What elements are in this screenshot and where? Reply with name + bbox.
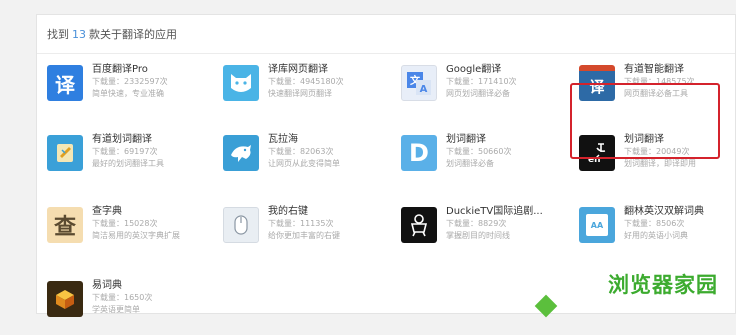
results-suffix: 款关于翻译的应用 [89,28,177,41]
app-description: 让网页从此变得简单 [268,159,340,168]
app-description: 网页划词翻译必备 [446,89,510,98]
cat-face-icon [223,65,259,101]
app-item[interactable]: 译库网页翻译 下载量：4945180次 快速翻译网页翻译 [223,63,391,119]
app-description: 划词翻译，即译即用 [624,159,696,168]
app-description: 快速翻译网页翻译 [268,89,332,98]
svg-text:A: A [420,84,428,95]
results-header: 找到 13 款关于翻译的应用 [37,15,735,54]
duckie-icon [401,207,437,243]
app-item[interactable]: 易词典 下载量：1650次 学英语更简单 [47,279,215,335]
app-description: 最好的划词翻译工具 [92,159,164,168]
app-downloads: 下载量：15028次 [92,219,158,228]
app-description: 简洁易用的英汉字典扩展 [92,231,180,240]
app-downloads: 下载量：8506次 [624,219,685,228]
mouse-icon [223,207,259,243]
app-name[interactable]: 有道划词翻译 [92,133,164,146]
app-downloads: 下载量：11135次 [268,219,334,228]
app-downloads: 下载量：82063次 [268,147,334,156]
app-downloads: 下载量：69197次 [92,147,158,156]
app-item[interactable]: AA 翻林英汉双解词典 下载量：8506次 好用的英语小词典 [579,205,736,261]
app-name[interactable]: 我的右键 [268,205,340,218]
cube-icon [47,281,83,317]
app-item[interactable]: 有道划词翻译 下载量：69197次 最好的划词翻译工具 [47,133,215,189]
app-name[interactable]: 有道智能翻译 [624,63,695,76]
app-downloads: 下载量：1650次 [92,293,153,302]
app-name[interactable]: 翻林英汉双解词典 [624,205,704,218]
app-description: 学英语更简单 [92,305,140,314]
app-name[interactable]: 划词翻译 [446,133,511,146]
app-downloads: 下载量：2332597次 [92,77,168,86]
app-description: 给你更加丰富的右键 [268,231,340,240]
dictionary-book-icon: AA [579,207,615,243]
app-item[interactable]: DuckieTV国际追剧... 下载量：8829次 掌握剧目的时间线 [401,205,569,261]
app-downloads: 下载量：8829次 [446,219,507,228]
app-name[interactable]: 译库网页翻译 [268,63,344,76]
app-item[interactable]: 我的右键 下载量：11135次 给你更加丰富的右键 [223,205,391,261]
app-name[interactable]: Google翻译 [446,63,517,76]
app-downloads: 下载量：4945180次 [268,77,344,86]
app-name[interactable]: 百度翻译Pro [92,63,168,76]
app-item[interactable]: 译 百度翻译Pro 下载量：2332597次 简单快速，专业准确 [47,63,215,119]
app-name[interactable]: 易词典 [92,279,152,292]
app-downloads: 下载量：50660次 [446,147,512,156]
app-downloads: 下载量：171410次 [446,77,517,86]
notebook-icon [47,135,83,171]
google-translate-icon: 文A [401,65,437,101]
app-description: 好用的英语小词典 [624,231,688,240]
letter-d-icon: D [401,135,437,171]
watermark: 浏览器家园 [608,273,718,297]
highlight-box [570,83,720,159]
app-item[interactable]: D 划词翻译 下载量：50660次 划词翻译必备 [401,133,569,189]
app-description: 简单快速，专业准确 [92,89,164,98]
results-prefix: 找到 [47,28,69,41]
cha-dictionary-icon: 查 [47,207,83,243]
app-item[interactable]: 文A Google翻译 下载量：171410次 网页划词翻译必备 [401,63,569,119]
app-item[interactable]: 瓦拉海 下载量：82063次 让网页从此变得简单 [223,133,391,189]
yi-translate-icon: 译 [47,65,83,101]
results-count: 13 [72,27,86,41]
app-description: 划词翻译必备 [446,159,494,168]
dolphin-icon [223,135,259,171]
app-name[interactable]: DuckieTV国际追剧... [446,205,543,218]
app-name[interactable]: 查字典 [92,205,180,218]
app-description: 掌握剧目的时间线 [446,231,510,240]
app-name[interactable]: 瓦拉海 [268,133,340,146]
app-item[interactable]: 查 查字典 下载量：15028次 简洁易用的英汉字典扩展 [47,205,215,261]
